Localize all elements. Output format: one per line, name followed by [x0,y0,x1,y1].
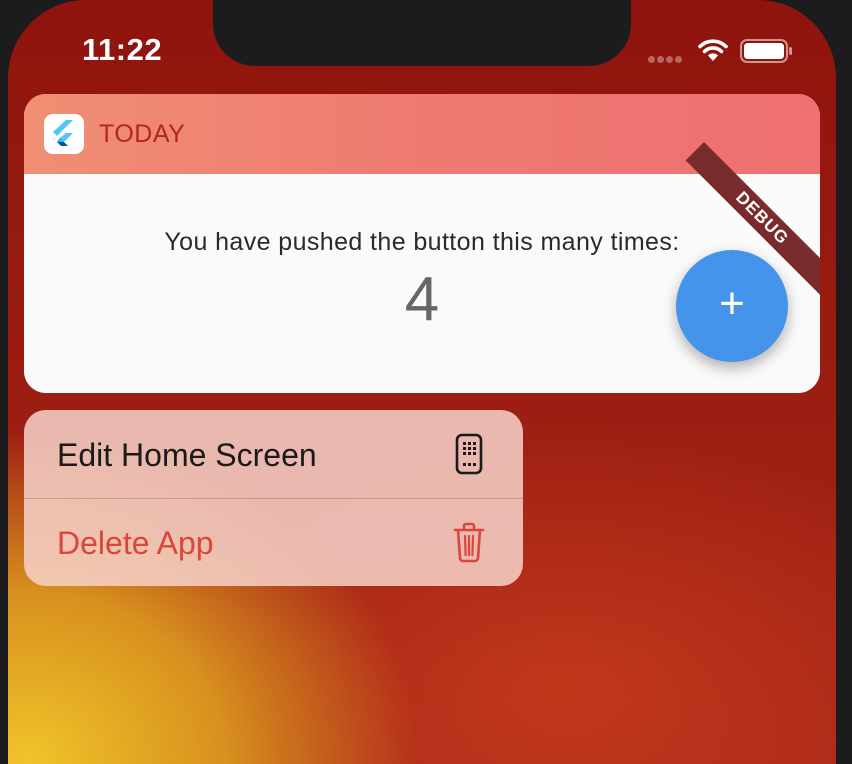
app-preview-card[interactable]: TODAY You have pushed the button this ma… [24,94,820,393]
flutter-logo-icon [44,114,84,154]
status-time: 11:22 [82,32,163,67]
counter-label: You have pushed the button this many tim… [164,228,680,256]
trash-icon [453,522,485,563]
battery-icon [740,39,792,63]
notch [213,0,631,66]
widget-title: TODAY [99,120,186,148]
menu-item-edit-home-screen[interactable]: Edit Home Screen [24,410,523,499]
phone-screen: 11:22 TODAY You have pushed the button t… [8,0,836,764]
increment-button[interactable]: + [676,250,788,362]
context-menu: Edit Home Screen Delete App [24,410,523,586]
menu-item-delete-app[interactable]: Delete App [24,498,523,586]
cellular-signal-icon [648,50,688,63]
apps-phone-icon [455,433,483,475]
menu-item-label: Delete App [57,525,214,561]
menu-item-label: Edit Home Screen [57,437,317,473]
wifi-icon [698,39,728,61]
